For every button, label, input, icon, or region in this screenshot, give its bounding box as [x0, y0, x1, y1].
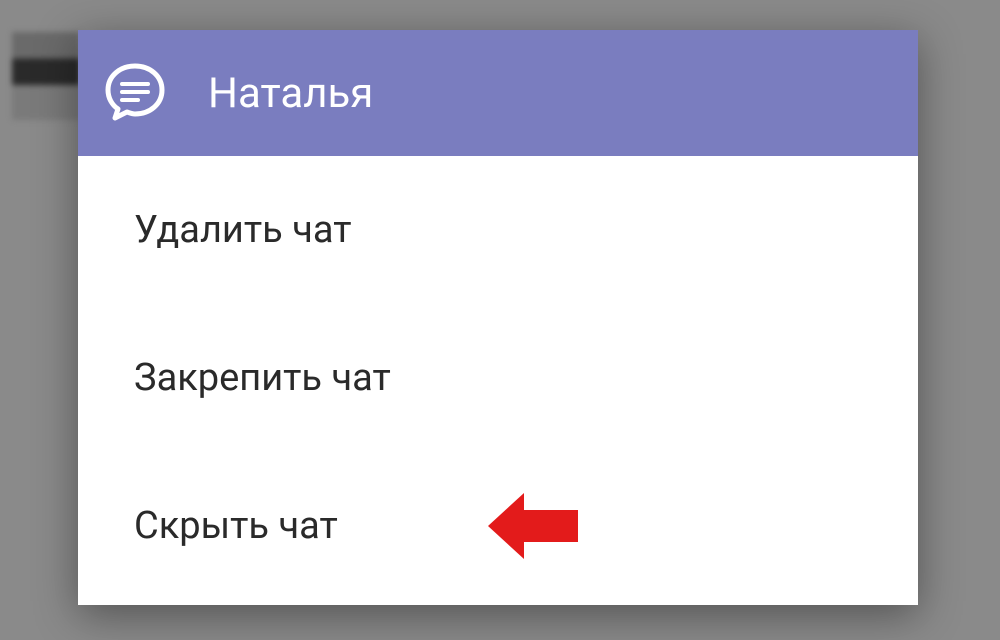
menu-item-delete-chat[interactable]: Удалить чат: [78, 156, 918, 304]
menu-item-hide-chat[interactable]: Скрыть чат: [78, 452, 918, 600]
highlight-arrow-icon: [488, 488, 578, 564]
menu-label: Скрыть чат: [134, 504, 338, 548]
dialog-title: Наталья: [208, 69, 373, 118]
menu-item-pin-chat[interactable]: Закрепить чат: [78, 304, 918, 452]
background-blur-strip: [12, 32, 80, 120]
dialog-header: Наталья: [78, 30, 918, 156]
context-menu-list: Удалить чат Закрепить чат Скрыть чат: [78, 156, 918, 600]
chat-context-dialog: Наталья Удалить чат Закрепить чат Скрыть…: [78, 30, 918, 605]
chat-bubble-icon: [100, 58, 170, 128]
menu-label: Удалить чат: [134, 208, 352, 252]
menu-label: Закрепить чат: [134, 356, 391, 400]
